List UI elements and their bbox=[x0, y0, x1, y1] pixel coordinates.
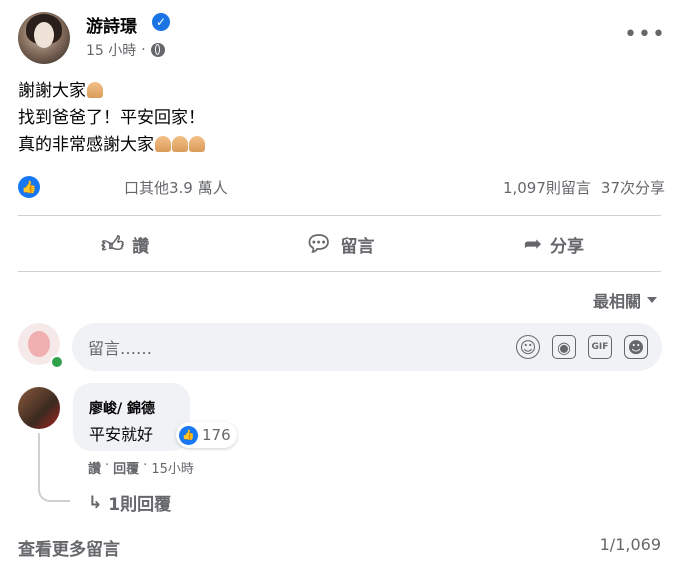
view-replies-link[interactable]: ↳ 1則回覆 bbox=[88, 490, 172, 516]
thumbs-up-icon: 👍︎ bbox=[101, 232, 125, 258]
comment-time[interactable]: 15小時 bbox=[151, 458, 194, 477]
comment-reply-link[interactable]: 回覆 bbox=[113, 458, 139, 477]
comment-reaction-count: 176 bbox=[202, 426, 231, 444]
reaction-summary[interactable]: 口其他3.9 萬人 bbox=[124, 177, 228, 198]
post-body: 謝謝大家 找到爸爸了！平安回家！ 真的非常感謝大家 bbox=[18, 78, 205, 159]
emoji-icon[interactable]: ☺ bbox=[516, 335, 540, 359]
thread-line bbox=[38, 433, 70, 502]
share-button[interactable]: ➦ 分享 bbox=[447, 218, 661, 270]
comment-count[interactable]: 1,097則留言 bbox=[503, 177, 591, 198]
folded-hands-emoji bbox=[87, 82, 103, 98]
sort-label: 最相關 bbox=[592, 292, 641, 311]
comment-pagination-count: 1/1,069 bbox=[599, 535, 661, 554]
author-avatar[interactable] bbox=[18, 12, 70, 64]
comment-bubble-icon: 💬︎ bbox=[304, 231, 333, 257]
like-reaction-icon: 👍 bbox=[179, 425, 198, 445]
gif-icon[interactable]: GIF bbox=[588, 335, 612, 359]
like-button-label: 讚 bbox=[132, 236, 150, 257]
commenter-avatar[interactable] bbox=[18, 387, 60, 429]
folded-hands-emoji bbox=[172, 136, 188, 152]
folded-hands-emoji bbox=[155, 136, 171, 152]
globe-icon bbox=[150, 43, 165, 57]
reactions-bar: 👍 口其他3.9 萬人 1,097則留言 37次分享 bbox=[18, 173, 665, 201]
comment-input-placeholder: 留言…… bbox=[88, 339, 153, 358]
author-name[interactable]: 游詩璟 bbox=[86, 12, 137, 37]
share-count[interactable]: 37次分享 bbox=[601, 177, 665, 198]
comment-text: 平安就好 bbox=[89, 425, 154, 444]
post-meta: 15 小時 · bbox=[86, 40, 165, 60]
post-line-2: 找到爸爸了！平安回家！ bbox=[18, 108, 205, 128]
share-button-label: 分享 bbox=[550, 236, 585, 257]
online-status-indicator bbox=[50, 355, 64, 369]
reply-arrow-icon: ↳ bbox=[88, 492, 103, 513]
comment-like-link[interactable]: 讚 bbox=[88, 458, 101, 477]
caret-down-icon bbox=[647, 297, 657, 303]
like-reaction-icon[interactable]: 👍 bbox=[18, 176, 40, 198]
like-button[interactable]: 👍︎ 讚 bbox=[18, 218, 232, 270]
share-arrow-icon: ➦ bbox=[523, 231, 543, 257]
sticker-icon[interactable]: ☻ bbox=[624, 335, 648, 359]
camera-icon[interactable]: ◉ bbox=[552, 335, 576, 359]
folded-hands-emoji bbox=[189, 136, 205, 152]
sort-dropdown[interactable]: 最相關 bbox=[593, 288, 657, 312]
comment-button[interactable]: 💬︎ 留言 bbox=[232, 218, 446, 270]
divider bbox=[18, 271, 661, 272]
post-line-1: 謝謝大家 bbox=[18, 81, 86, 101]
comment-button-label: 留言 bbox=[340, 236, 375, 257]
comment-input[interactable]: 留言…… ☺ ◉ GIF ☻ bbox=[72, 323, 662, 371]
comment-actions: 讚 · 回覆 · 15小時 bbox=[88, 458, 194, 477]
replies-label: 1則回覆 bbox=[108, 495, 172, 515]
action-bar: 👍︎ 讚 💬︎ 留言 ➦ 分享 bbox=[18, 218, 661, 270]
view-more-comments-link[interactable]: 查看更多留言 bbox=[18, 535, 120, 560]
comment-reactions[interactable]: 👍 176 bbox=[176, 422, 237, 448]
more-options-icon[interactable]: ••• bbox=[624, 22, 666, 47]
commenter-name[interactable]: 廖峻/ 錦德 bbox=[89, 398, 155, 418]
post-time[interactable]: 15 小時 bbox=[86, 40, 136, 60]
verified-badge-icon: ✓ bbox=[152, 13, 170, 31]
post-line-3: 真的非常感謝大家 bbox=[18, 135, 154, 155]
divider bbox=[18, 215, 661, 216]
